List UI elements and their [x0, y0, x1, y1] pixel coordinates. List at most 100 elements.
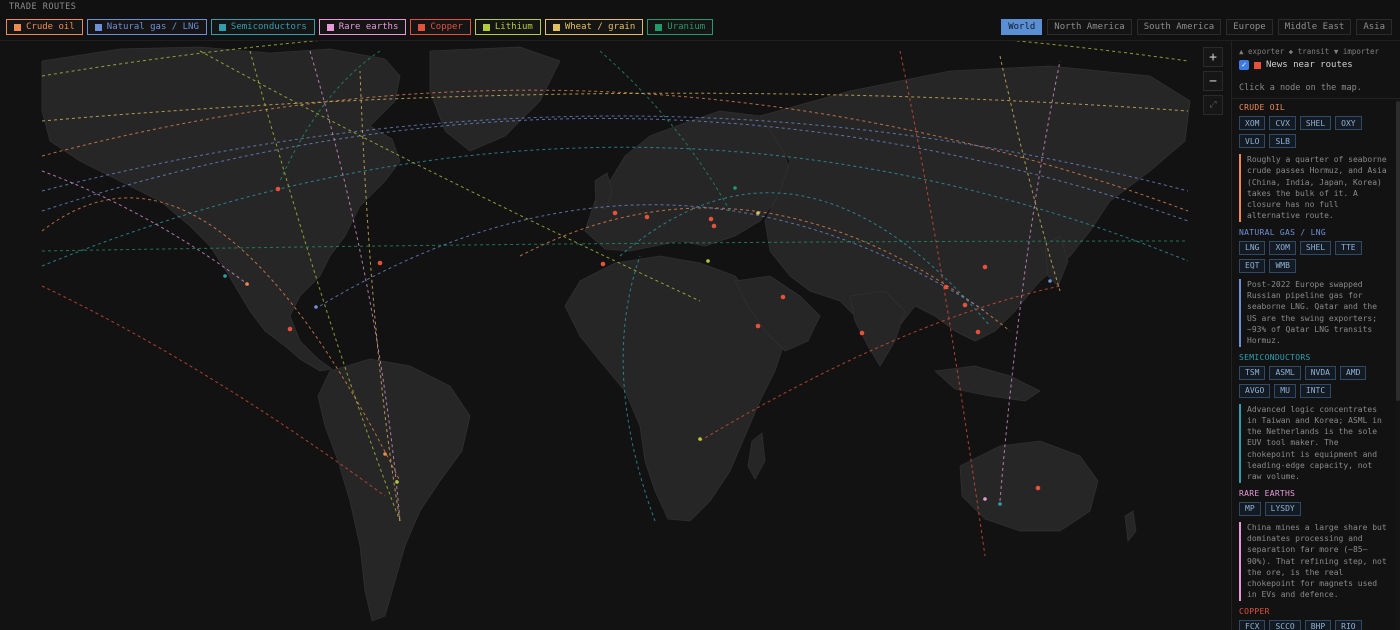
land-greenland — [429, 46, 561, 152]
ticker-button[interactable]: SCCO — [1269, 619, 1301, 630]
world-map[interactable]: + − ⤢ — [0, 41, 1230, 630]
region-asia[interactable]: Asia — [1356, 19, 1392, 35]
map-node[interactable] — [708, 216, 714, 222]
map-node[interactable] — [859, 330, 865, 336]
map-node[interactable] — [983, 497, 987, 501]
natural-gas-swatch-icon — [94, 23, 102, 31]
land-new-zealand — [1124, 510, 1137, 542]
region-north-america[interactable]: North America — [1047, 19, 1132, 35]
chip-rare-earths[interactable]: Rare earths — [318, 19, 407, 35]
section-title: RARE EARTHS — [1239, 488, 1296, 498]
ticker-button[interactable]: VLO — [1239, 134, 1266, 148]
map-node[interactable] — [314, 305, 318, 309]
ticker-list: LNG XOM SHEL TTE EQT WMB — [1239, 240, 1391, 273]
map-node[interactable] — [733, 186, 737, 190]
section-note: Roughly a quarter of seaborne crude pass… — [1239, 154, 1391, 222]
map-node[interactable] — [780, 294, 786, 300]
map-node[interactable] — [644, 214, 650, 220]
ticker-button[interactable]: BHP — [1304, 619, 1332, 630]
map-node[interactable] — [998, 502, 1002, 506]
section-note: Post-2022 Europe swapped Russian pipelin… — [1239, 278, 1391, 347]
region-south-america[interactable]: South America — [1136, 19, 1222, 35]
news-marker-icon — [1254, 61, 1261, 69]
chip-semiconductors[interactable]: Semiconductors — [210, 19, 315, 35]
map-canvas — [41, 41, 1191, 622]
ticker-button[interactable]: MU — [1274, 383, 1296, 398]
checkbox-checked-icon[interactable]: ✓ — [1239, 60, 1249, 70]
ticker-button[interactable]: CVX — [1269, 116, 1296, 130]
map-node[interactable] — [245, 282, 249, 286]
map-node[interactable] — [756, 211, 760, 215]
ticker-button[interactable]: AVGO — [1239, 383, 1271, 398]
chip-uranium[interactable]: Uranium — [647, 19, 714, 35]
expand-icon[interactable]: ⤢ — [1203, 95, 1223, 115]
map-node[interactable] — [383, 452, 387, 456]
land-europe — [584, 110, 791, 252]
sidebar-scrollbar-thumb[interactable] — [1396, 101, 1400, 401]
chip-wheat-grain[interactable]: Wheat / grain — [544, 19, 644, 35]
ticker-button[interactable]: INTC — [1299, 383, 1332, 398]
map-node[interactable] — [962, 302, 968, 308]
map-node[interactable] — [600, 261, 606, 267]
news-toggle[interactable]: ✓ News near routes — [1239, 60, 1353, 70]
lithium-swatch-icon — [482, 23, 490, 31]
ticker-button[interactable]: MP — [1239, 501, 1261, 516]
map-node[interactable] — [377, 260, 383, 266]
ticker-button[interactable]: WMB — [1269, 258, 1296, 273]
ticker-button[interactable]: XOM — [1269, 240, 1296, 255]
land-north-america — [41, 46, 401, 372]
zoom-out-button[interactable]: − — [1203, 71, 1223, 91]
zoom-in-button[interactable]: + — [1203, 47, 1223, 67]
map-node[interactable] — [706, 259, 710, 263]
land-asia — [759, 65, 1191, 342]
semiconductors-swatch-icon — [218, 23, 226, 31]
ticker-button[interactable]: ASML — [1269, 365, 1301, 380]
ticker-button[interactable]: EQT — [1239, 258, 1266, 273]
ticker-button[interactable]: XOM — [1239, 116, 1266, 130]
land-se-asia — [934, 365, 1041, 402]
ticker-button[interactable]: RIO — [1335, 619, 1362, 630]
map-node[interactable] — [612, 210, 618, 216]
section-note: China mines a large share but dominates … — [1239, 521, 1391, 601]
map-node[interactable] — [982, 264, 988, 270]
ticker-button[interactable]: TTE — [1335, 240, 1362, 255]
ticker-button[interactable]: NVDA — [1304, 365, 1336, 380]
ticker-button[interactable]: SHEL — [1299, 116, 1332, 130]
map-node[interactable] — [943, 284, 949, 290]
ticker-button[interactable]: OXY — [1335, 116, 1362, 130]
chip-crude-oil[interactable]: Crude oil — [6, 19, 83, 35]
region-europe[interactable]: Europe — [1226, 19, 1273, 35]
node-legend: ▲ exporter ◆ transit ▼ importer — [1239, 47, 1379, 56]
ticker-button[interactable]: LNG — [1239, 240, 1266, 255]
chip-natural-gas[interactable]: Natural gas / LNG — [86, 19, 207, 35]
map-node[interactable] — [1048, 279, 1052, 283]
chip-copper[interactable]: Copper — [410, 19, 471, 35]
sidebar-divider — [1232, 98, 1400, 99]
map-node[interactable] — [287, 326, 293, 332]
ticker-button[interactable]: SLB — [1269, 134, 1296, 148]
ticker-button[interactable]: LYSDY — [1264, 501, 1301, 516]
map-node[interactable] — [711, 223, 717, 229]
map-node[interactable] — [1035, 485, 1041, 491]
ticker-list: MP LYSDY — [1239, 501, 1391, 516]
app-title: TRADE ROUTES — [9, 2, 77, 12]
map-node[interactable] — [698, 437, 702, 441]
uranium-swatch-icon — [655, 23, 663, 31]
map-node[interactable] — [755, 323, 761, 329]
copper-swatch-icon — [418, 23, 426, 31]
ticker-button[interactable]: TSM — [1239, 365, 1266, 380]
ticker-button[interactable]: SHEL — [1299, 240, 1332, 255]
map-node[interactable] — [395, 480, 399, 484]
commodity-sections: CRUDE OIL XOM CVX SHEL OXY VLO SLB Roughly a qu… — [1239, 103, 1391, 630]
details-sidebar: ▲ exporter ◆ transit ▼ importer ✓ News n… — [1231, 41, 1400, 630]
section-title: CRUDE OIL — [1239, 103, 1286, 112]
ticker-button[interactable]: FCX — [1239, 619, 1266, 630]
chip-lithium[interactable]: Lithium — [474, 19, 541, 35]
region-world[interactable]: World — [1001, 19, 1043, 35]
map-node[interactable] — [275, 186, 281, 192]
map-node[interactable] — [975, 329, 981, 335]
map-node[interactable] — [223, 274, 227, 278]
region-middle-east[interactable]: Middle East — [1277, 19, 1352, 35]
ticker-button[interactable]: AMD — [1339, 365, 1367, 380]
section-note: Advanced logic concentrates in Taiwan an… — [1239, 403, 1391, 483]
